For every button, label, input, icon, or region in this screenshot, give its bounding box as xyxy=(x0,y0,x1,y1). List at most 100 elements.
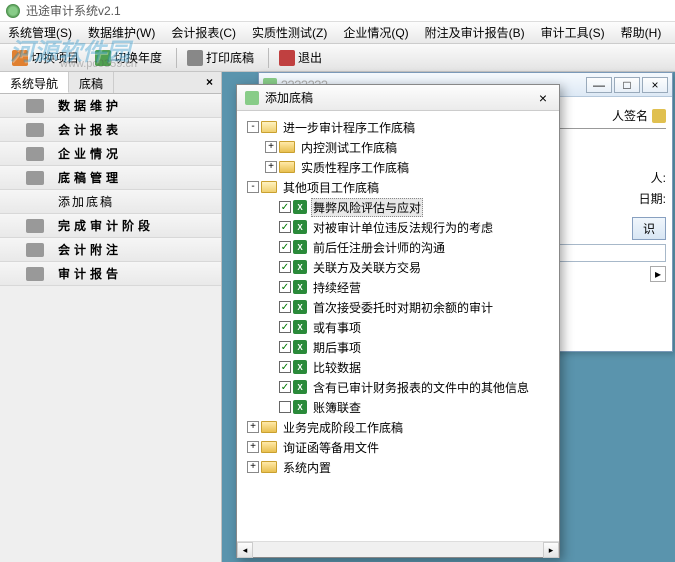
tree-node-label[interactable]: 内控测试工作底稿 xyxy=(299,138,399,157)
doc-maximize-button[interactable]: □ xyxy=(614,77,640,93)
tree-node-label[interactable]: 对被审计单位违反法规行为的考虑 xyxy=(311,218,495,237)
tree-node[interactable]: ✓ 关联方及关联方交易 xyxy=(243,257,553,277)
menu-test[interactable]: 实质性测试(Z) xyxy=(244,22,335,44)
scroll-right-button[interactable]: ▸ xyxy=(543,542,559,558)
tree-node[interactable]: ✓ 首次接受委托时对期初余额的审计 xyxy=(243,297,553,317)
dialog-hscroll[interactable]: ◂ ▸ xyxy=(237,541,559,557)
nav-item-complete[interactable]: 完成审计阶段 xyxy=(0,214,221,238)
doc-close-button[interactable]: × xyxy=(642,77,668,93)
tree-node[interactable]: - 其他项目工作底稿 xyxy=(243,177,553,197)
nav-enterprise-icon xyxy=(26,147,44,161)
window-controls: — □ × xyxy=(584,77,668,93)
collapse-icon[interactable]: - xyxy=(247,181,259,193)
tree-node-label[interactable]: 实质性程序工作底稿 xyxy=(299,158,411,177)
tree-node[interactable]: + 业务完成阶段工作底稿 xyxy=(243,417,553,437)
checkbox[interactable] xyxy=(279,401,291,413)
checkbox[interactable]: ✓ xyxy=(279,201,291,213)
menu-notes[interactable]: 附注及审计报告(B) xyxy=(417,22,533,44)
dialog-close-button[interactable]: × xyxy=(535,90,551,106)
exit-button[interactable]: 退出 xyxy=(273,47,328,68)
chevron-right-icon[interactable]: ▸ xyxy=(650,266,666,282)
tree-node-label[interactable]: 账簿联查 xyxy=(311,398,363,417)
print-draft-label: 打印底稿 xyxy=(206,49,254,66)
checkbox[interactable]: ✓ xyxy=(279,241,291,253)
folder-icon xyxy=(279,141,295,153)
nav-item-data[interactable]: 数据维护 xyxy=(0,94,221,118)
exit-icon xyxy=(279,50,295,66)
tree-node-label[interactable]: 含有已审计财务报表的文件中的其他信息 xyxy=(311,378,531,397)
expand-icon[interactable]: + xyxy=(265,141,277,153)
dialog-titlebar[interactable]: 添加底稿 × xyxy=(237,85,559,111)
checkbox[interactable]: ✓ xyxy=(279,341,291,353)
tree-node[interactable]: ✓ 对被审计单位违反法规行为的考虑 xyxy=(243,217,553,237)
expand-icon[interactable]: + xyxy=(247,461,259,473)
tree-node-label[interactable]: 询证函等备用文件 xyxy=(281,438,381,457)
checkbox[interactable]: ✓ xyxy=(279,381,291,393)
checkbox[interactable]: ✓ xyxy=(279,301,291,313)
menu-tools[interactable]: 审计工具(S) xyxy=(533,22,613,44)
tree-node[interactable]: ✓ 持续经营 xyxy=(243,277,553,297)
print-draft-button[interactable]: 打印底稿 xyxy=(181,47,260,68)
doc-sign-label: 人签名 xyxy=(612,107,648,124)
tree-node-label[interactable]: 或有事项 xyxy=(311,318,363,337)
tree-node-label[interactable]: 关联方及关联方交易 xyxy=(311,258,423,277)
tree-node-label[interactable]: 舞弊风险评估与应对 xyxy=(311,198,423,217)
checkbox[interactable]: ✓ xyxy=(279,321,291,333)
expand-icon[interactable]: + xyxy=(265,161,277,173)
switch-project-button[interactable]: 切换项目 xyxy=(6,47,85,68)
tree-node[interactable]: + 系统内置 xyxy=(243,457,553,477)
tree-node[interactable]: + 实质性程序工作底稿 xyxy=(243,157,553,177)
nav-item-notes[interactable]: 会计附注 xyxy=(0,238,221,262)
excel-icon xyxy=(293,260,307,274)
expand-icon[interactable]: + xyxy=(247,421,259,433)
tree-node[interactable]: ✓ 或有事项 xyxy=(243,317,553,337)
sidebar-tab-draft[interactable]: 底稿 xyxy=(69,72,114,93)
tree-node-label[interactable]: 比较数据 xyxy=(311,358,363,377)
scroll-left-button[interactable]: ◂ xyxy=(237,542,253,558)
menu-help[interactable]: 帮助(H) xyxy=(613,22,670,44)
tree-node-label[interactable]: 期后事项 xyxy=(311,338,363,357)
checkbox[interactable]: ✓ xyxy=(279,361,291,373)
tree-node[interactable]: ✓ 舞弊风险评估与应对 xyxy=(243,197,553,217)
checkbox[interactable]: ✓ xyxy=(279,281,291,293)
print-icon xyxy=(187,50,203,66)
scroll-track[interactable] xyxy=(253,542,543,557)
menu-data[interactable]: 数据维护(W) xyxy=(80,22,163,44)
tree-node[interactable]: ✓ 前后任注册会计师的沟通 xyxy=(243,237,553,257)
sidebar-tab-nav[interactable]: 系统导航 xyxy=(0,72,69,93)
tree-node-label[interactable]: 进一步审计程序工作底稿 xyxy=(281,118,417,137)
tree-node-label[interactable]: 前后任注册会计师的沟通 xyxy=(311,238,447,257)
excel-icon xyxy=(293,380,307,394)
checkbox[interactable]: ✓ xyxy=(279,221,291,233)
doc-minimize-button[interactable]: — xyxy=(586,77,612,93)
tree-node-label[interactable]: 系统内置 xyxy=(281,458,333,477)
sidebar-close-button[interactable]: × xyxy=(198,72,221,93)
nav-item-report[interactable]: 审计报告 xyxy=(0,262,221,286)
tree-node[interactable]: + 询证函等备用文件 xyxy=(243,437,553,457)
excel-icon xyxy=(293,400,307,414)
menubar: 系统管理(S) 数据维护(W) 会计报表(C) 实质性测试(Z) 企业情况(Q)… xyxy=(0,22,675,44)
checkbox[interactable]: ✓ xyxy=(279,261,291,273)
tree-node-label[interactable]: 其他项目工作底稿 xyxy=(281,178,381,197)
switch-year-button[interactable]: 切换年度 xyxy=(89,47,168,68)
tree-node-label[interactable]: 业务完成阶段工作底稿 xyxy=(281,418,405,437)
tree-node-label[interactable]: 持续经营 xyxy=(311,278,363,297)
menu-enterprise[interactable]: 企业情况(Q) xyxy=(335,22,416,44)
nav-item-add-draft[interactable]: 添加底稿 xyxy=(0,190,221,214)
tree-node[interactable]: ✓ 期后事项 xyxy=(243,337,553,357)
tree-node[interactable]: ✓ 含有已审计财务报表的文件中的其他信息 xyxy=(243,377,553,397)
menu-system[interactable]: 系统管理(S) xyxy=(0,22,80,44)
nav-item-enterprise[interactable]: 企业情况 xyxy=(0,142,221,166)
expand-icon[interactable]: + xyxy=(247,441,259,453)
tree-node-label[interactable]: 首次接受委托时对期初余额的审计 xyxy=(311,298,495,317)
doc-action-button[interactable]: 识 xyxy=(632,217,666,240)
tree-node[interactable]: ✓ 比较数据 xyxy=(243,357,553,377)
nav-item-reports[interactable]: 会计报表 xyxy=(0,118,221,142)
tree-node[interactable]: 账簿联查 xyxy=(243,397,553,417)
collapse-icon[interactable]: - xyxy=(247,121,259,133)
tree-node[interactable]: - 进一步审计程序工作底稿 xyxy=(243,117,553,137)
menu-reports[interactable]: 会计报表(C) xyxy=(163,22,244,44)
tree-node[interactable]: + 内控测试工作底稿 xyxy=(243,137,553,157)
folder-icon xyxy=(261,421,277,433)
nav-item-draft-mgmt[interactable]: 底稿管理 xyxy=(0,166,221,190)
